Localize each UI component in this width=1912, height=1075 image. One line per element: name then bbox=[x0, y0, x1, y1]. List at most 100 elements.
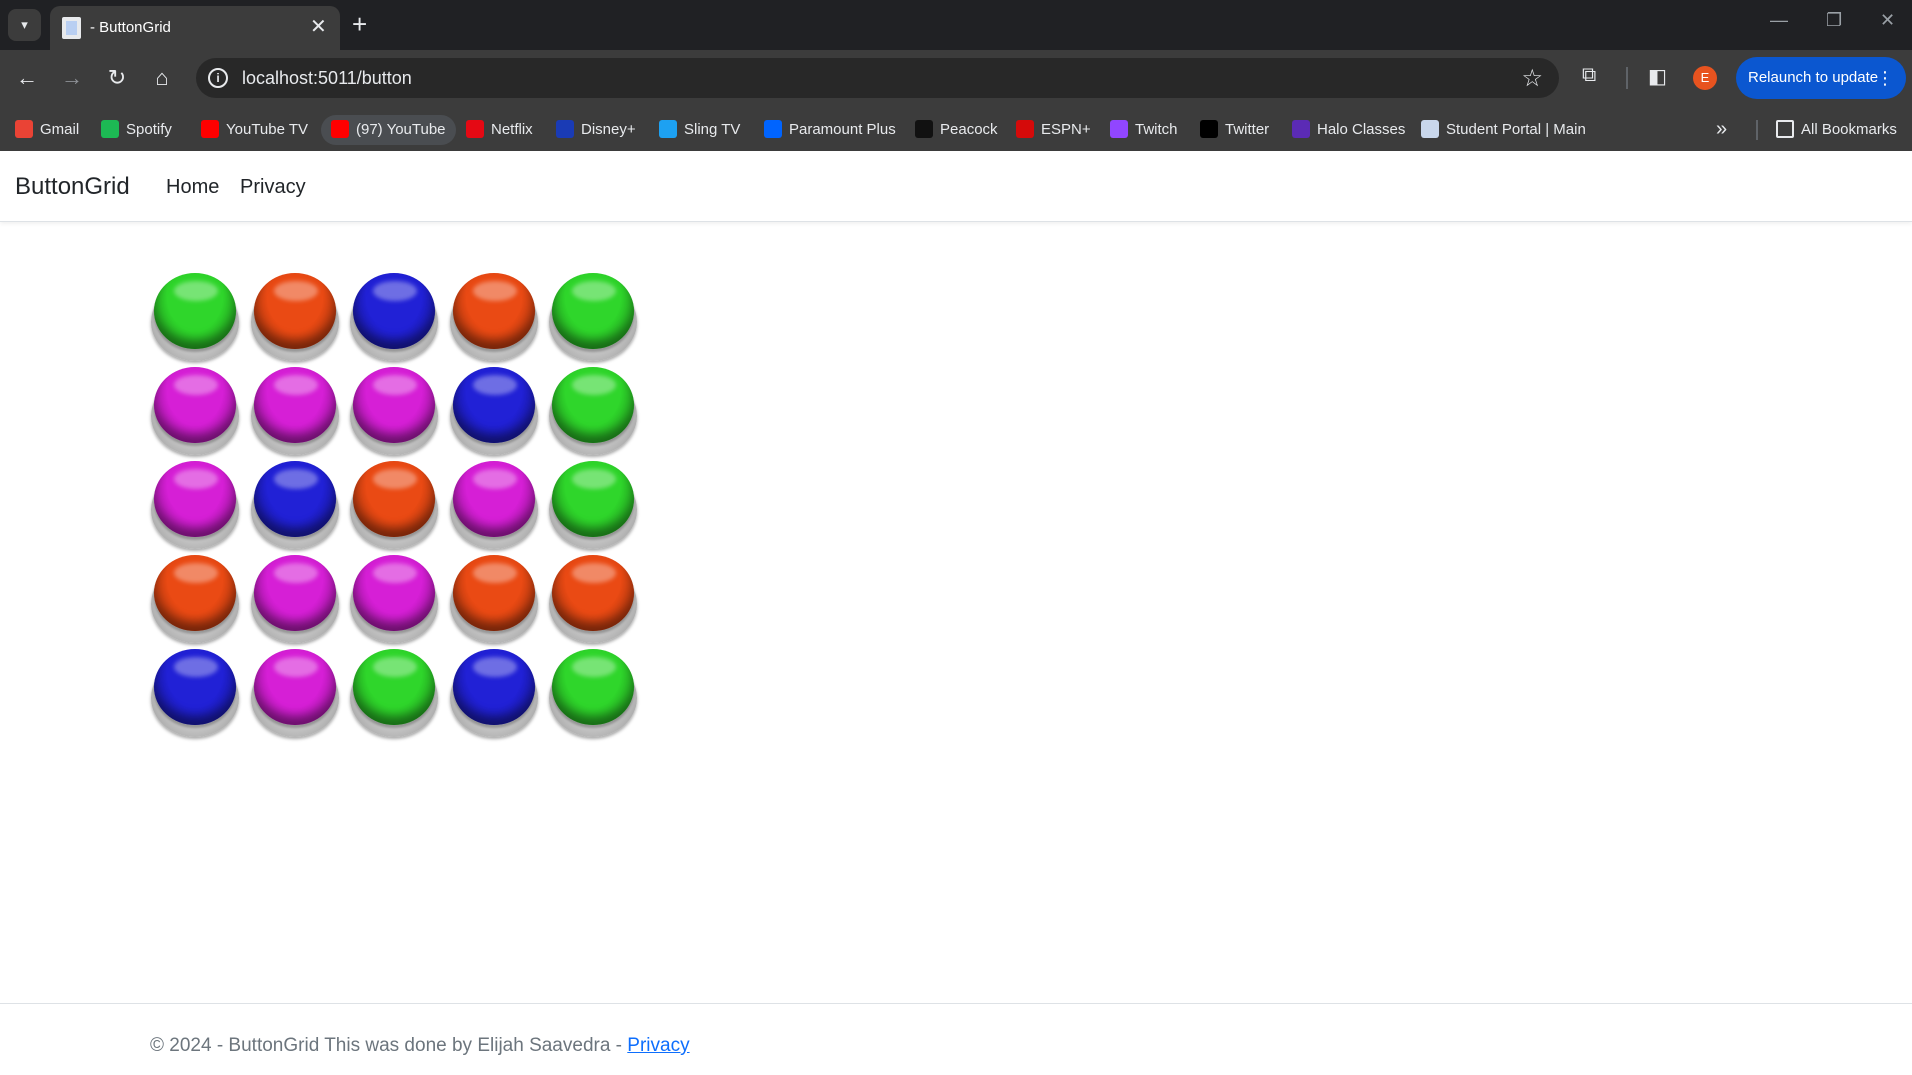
grid-button-green[interactable] bbox=[547, 459, 639, 551]
button-cap bbox=[353, 649, 435, 725]
button-shine bbox=[472, 281, 517, 301]
bookmark-disney-plus[interactable]: Disney+ bbox=[556, 115, 636, 145]
bookmark-sling-tv[interactable]: Sling TV bbox=[659, 115, 740, 145]
active-tab[interactable]: - ButtonGrid ✕ bbox=[50, 6, 340, 50]
grid-button-blue[interactable] bbox=[249, 459, 341, 551]
nav-privacy[interactable]: Privacy bbox=[240, 176, 306, 199]
grid-button-orange[interactable] bbox=[547, 553, 639, 645]
button-cap bbox=[154, 649, 236, 725]
bookmark-twitter[interactable]: Twitter bbox=[1200, 115, 1269, 145]
tab-search-button[interactable]: ▾ bbox=[8, 9, 41, 41]
close-tab-icon[interactable]: ✕ bbox=[310, 16, 327, 38]
bookmark-spotify[interactable]: Spotify bbox=[101, 115, 172, 145]
grid-button-orange[interactable] bbox=[448, 271, 540, 363]
grid-button-green[interactable] bbox=[547, 647, 639, 739]
paramount-plus-icon bbox=[764, 120, 782, 138]
profile-avatar[interactable]: E bbox=[1693, 66, 1717, 90]
relaunch-button[interactable]: Relaunch to update ⋮ bbox=[1736, 57, 1906, 99]
address-bar[interactable]: i localhost:5011/button ☆ bbox=[196, 58, 1559, 98]
restore-icon[interactable]: ❐ bbox=[1826, 10, 1842, 31]
grid-button-green[interactable] bbox=[348, 647, 440, 739]
bookmark-label: Netflix bbox=[491, 121, 533, 138]
grid-button-blue[interactable] bbox=[448, 647, 540, 739]
tab-title: - ButtonGrid bbox=[90, 19, 171, 36]
button-cap bbox=[552, 555, 634, 631]
more-bookmarks-icon[interactable]: » bbox=[1716, 118, 1727, 141]
button-shine bbox=[472, 657, 517, 677]
site-info-icon[interactable]: i bbox=[208, 68, 228, 88]
button-cap bbox=[353, 555, 435, 631]
bookmark-gmail[interactable]: Gmail bbox=[15, 115, 79, 145]
button-cap bbox=[154, 555, 236, 631]
gmail-icon bbox=[15, 120, 33, 138]
button-cap bbox=[552, 367, 634, 443]
button-cap bbox=[154, 367, 236, 443]
reload-button[interactable]: ↻ bbox=[100, 61, 134, 95]
bookmark-student-portal[interactable]: Student Portal | Main bbox=[1421, 115, 1586, 145]
button-shine bbox=[273, 469, 318, 489]
home-button[interactable]: ⌂ bbox=[145, 61, 179, 95]
grid-button-magenta[interactable] bbox=[149, 365, 241, 457]
grid-button-magenta[interactable] bbox=[249, 647, 341, 739]
brand-link[interactable]: ButtonGrid bbox=[15, 173, 130, 201]
document-icon bbox=[1421, 120, 1439, 138]
bookmarks-divider bbox=[1756, 120, 1758, 140]
new-tab-button[interactable]: + bbox=[352, 9, 367, 39]
footer-privacy-link[interactable]: Privacy bbox=[627, 1035, 689, 1056]
more-menu-icon[interactable]: ⋮ bbox=[1876, 57, 1894, 99]
browser-toolbar: ← → ↻ ⌂ i localhost:5011/button ☆ ⧉ ◧ E … bbox=[0, 50, 1912, 106]
grid-button-orange[interactable] bbox=[348, 459, 440, 551]
back-button[interactable]: ← bbox=[10, 61, 44, 95]
button-shine bbox=[174, 281, 218, 301]
button-shine bbox=[174, 375, 218, 395]
bookmark-label: Disney+ bbox=[581, 121, 636, 138]
button-cap bbox=[253, 649, 336, 725]
close-window-icon[interactable]: ✕ bbox=[1880, 10, 1895, 31]
bookmark-star-icon[interactable]: ☆ bbox=[1521, 64, 1543, 93]
youtube-tv-icon bbox=[201, 120, 219, 138]
grid-button-magenta[interactable] bbox=[149, 459, 241, 551]
grid-button-green[interactable] bbox=[547, 365, 639, 457]
bookmark-paramount-plus[interactable]: Paramount Plus bbox=[764, 115, 896, 145]
all-bookmarks[interactable]: All Bookmarks bbox=[1776, 115, 1897, 145]
grid-button-magenta[interactable] bbox=[448, 459, 540, 551]
button-cap bbox=[253, 273, 336, 349]
bookmark-label: Twitter bbox=[1225, 121, 1270, 138]
nav-home[interactable]: Home bbox=[166, 176, 219, 199]
grid-button-orange[interactable] bbox=[448, 553, 540, 645]
grid-button-green[interactable] bbox=[149, 271, 241, 363]
spotify-icon bbox=[101, 120, 119, 138]
bookmark-netflix[interactable]: Netflix bbox=[466, 115, 533, 145]
bookmark-label: YouTube TV bbox=[226, 121, 309, 138]
forward-button[interactable]: → bbox=[55, 61, 89, 95]
button-cap bbox=[353, 367, 435, 443]
grid-button-blue[interactable] bbox=[149, 647, 241, 739]
grid-button-magenta[interactable] bbox=[249, 365, 341, 457]
button-cap bbox=[452, 555, 535, 631]
bookmark-peacock[interactable]: Peacock bbox=[915, 115, 998, 145]
bookmark-label: ESPN+ bbox=[1041, 121, 1091, 138]
grid-button-orange[interactable] bbox=[149, 553, 241, 645]
minimize-icon[interactable]: — bbox=[1770, 10, 1788, 31]
extensions-icon[interactable]: ⧉ bbox=[1582, 64, 1596, 87]
grid-button-blue[interactable] bbox=[348, 271, 440, 363]
grid-button-magenta[interactable] bbox=[249, 553, 341, 645]
button-cap bbox=[253, 555, 336, 631]
bookmark-halo-classes[interactable]: Halo Classes bbox=[1292, 115, 1405, 145]
bookmark-twitch[interactable]: Twitch bbox=[1110, 115, 1178, 145]
bookmark-label: Sling TV bbox=[684, 121, 741, 138]
bookmark-youtube-tv[interactable]: YouTube TV bbox=[201, 115, 308, 145]
netflix-icon bbox=[466, 120, 484, 138]
url-text[interactable]: localhost:5011/button bbox=[242, 68, 412, 89]
grid-button-orange[interactable] bbox=[249, 271, 341, 363]
grid-button-green[interactable] bbox=[547, 271, 639, 363]
button-cap bbox=[154, 273, 236, 349]
side-panel-icon[interactable]: ◧ bbox=[1648, 64, 1667, 89]
bookmark-espn-plus[interactable]: ESPN+ bbox=[1016, 115, 1091, 145]
grid-button-magenta[interactable] bbox=[348, 553, 440, 645]
grid-button-magenta[interactable] bbox=[348, 365, 440, 457]
grid-button-blue[interactable] bbox=[448, 365, 540, 457]
button-shine bbox=[273, 375, 318, 395]
bookmark-youtube[interactable]: (97) YouTube bbox=[321, 115, 456, 145]
bookmark-label: (97) YouTube bbox=[356, 121, 446, 138]
